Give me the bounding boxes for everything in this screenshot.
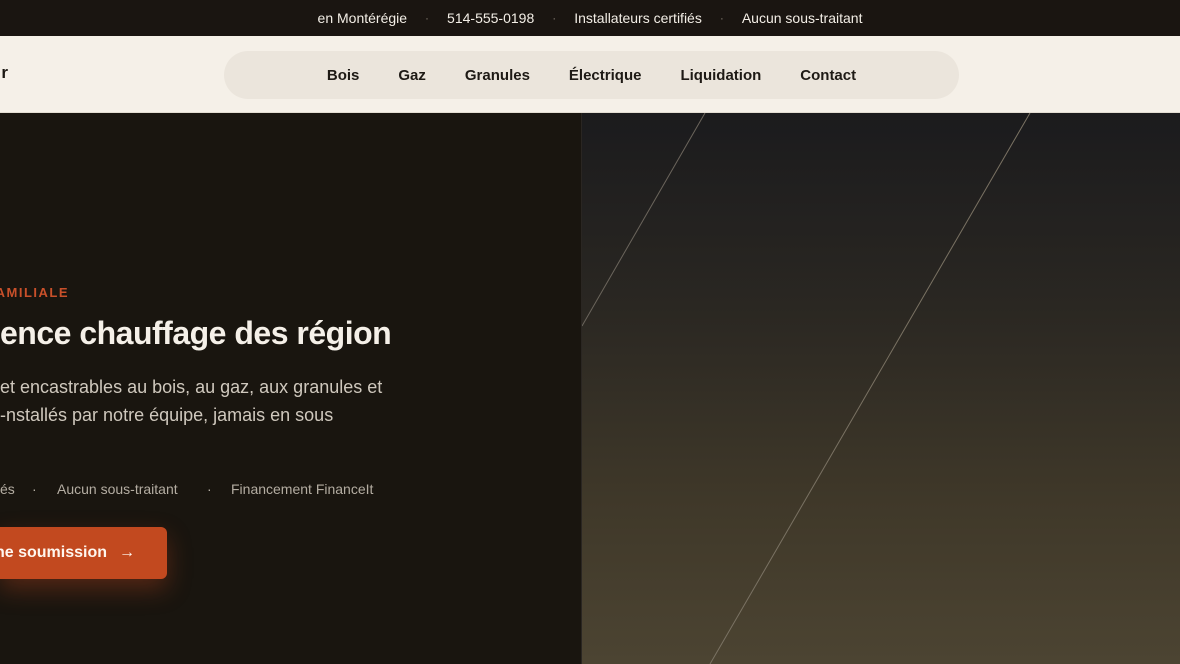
site-header: r Bois Gaz Granules Électrique Liquidati… — [0, 36, 1180, 113]
hero-description-line: et encastrables au bois, au gaz, aux gra… — [0, 377, 383, 397]
brand-logo[interactable]: r — [0, 63, 8, 83]
nav-link-granules[interactable]: Granules — [445, 67, 549, 84]
diagonal-line — [709, 113, 1031, 664]
hero-badges: és · Aucun sous-traitant · Financement F… — [0, 481, 390, 501]
diagonal-line — [582, 113, 706, 327]
nav-link-electrique[interactable]: Électrique — [549, 67, 661, 84]
topbar-no-subcontractor: Aucun sous-traitant — [741, 10, 863, 26]
top-info-bar: en Montérégie · 514-555-0198 · Installat… — [0, 0, 1180, 36]
nav-link-bois[interactable]: Bois — [307, 67, 379, 84]
badge-no-subcontractor: Aucun sous-traitant — [57, 481, 178, 497]
hero-content: AMILIALE ence chauffage des région et en… — [0, 113, 581, 664]
badge-certified: és — [0, 481, 15, 497]
badge-separator: · — [32, 481, 37, 497]
request-quote-button[interactable]: ne soumission → — [0, 527, 167, 579]
hero-description-line: nstallés par notre équipe, jamais en sou… — [0, 405, 334, 425]
badge-separator: · — [207, 481, 212, 497]
main-nav: Bois Gaz Granules Électrique Liquidation… — [224, 51, 959, 99]
hero-title: ence chauffage des région — [0, 315, 392, 351]
topbar-certified: Installateurs certifiés — [574, 10, 702, 26]
cta-label: ne soumission — [0, 544, 107, 561]
nav-link-liquidation[interactable]: Liquidation — [661, 67, 781, 84]
hero-eyebrow: AMILIALE — [0, 285, 69, 300]
topbar-region: en Montérégie — [317, 10, 408, 26]
hero-description: et encastrables au bois, au gaz, aux gra… — [0, 373, 404, 429]
nav-link-contact[interactable]: Contact — [781, 67, 876, 84]
hero-image-panel — [581, 113, 1180, 664]
badge-financing: Financement FinanceIt — [231, 481, 374, 497]
arrow-right-icon: → — [119, 544, 135, 561]
diagonal-lines-decoration — [582, 113, 1031, 664]
topbar-phone[interactable]: 514-555-0198 — [429, 10, 552, 26]
nav-link-gaz[interactable]: Gaz — [379, 67, 446, 84]
